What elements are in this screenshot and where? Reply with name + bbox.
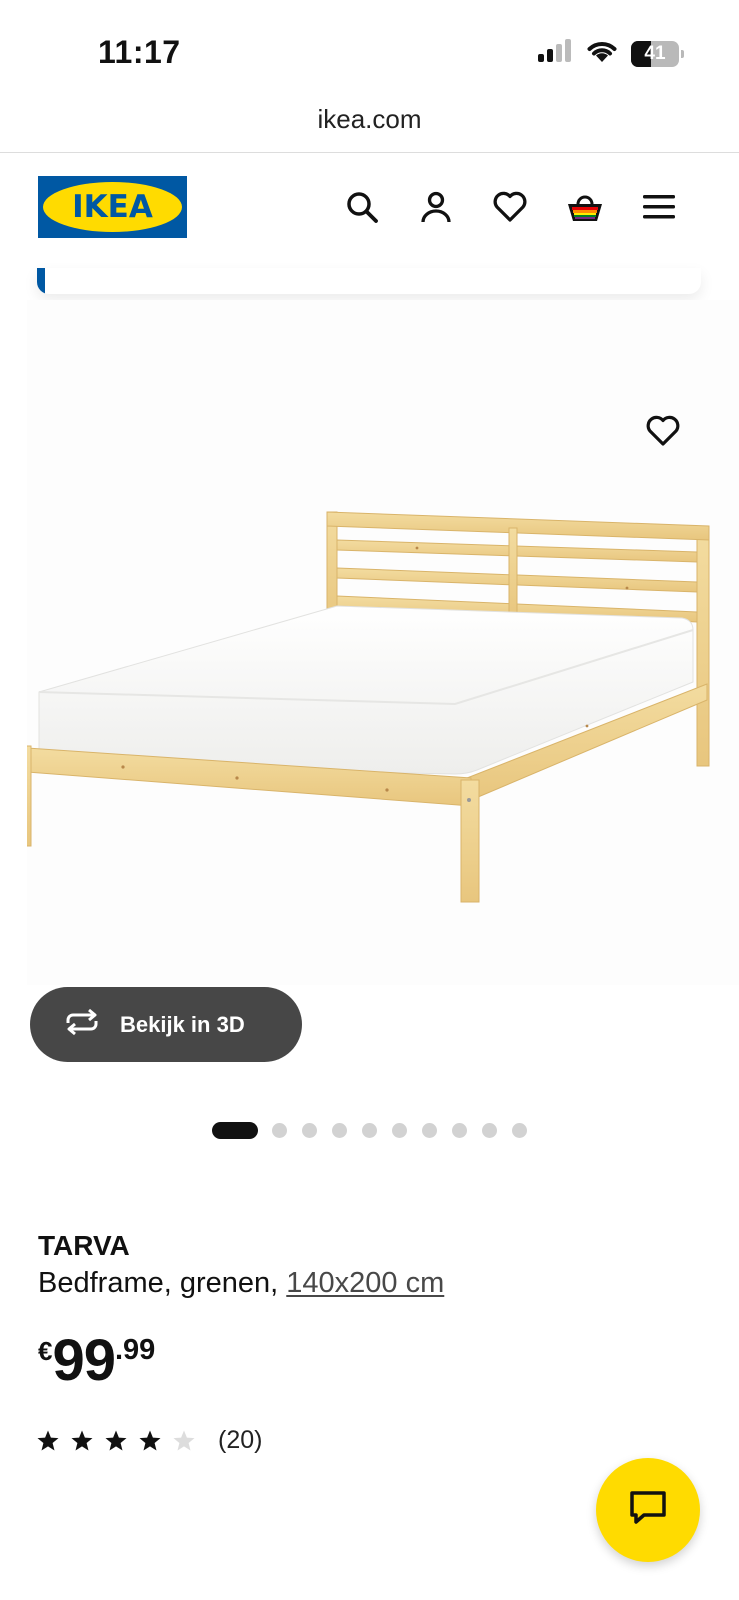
carousel-dot[interactable] (482, 1123, 497, 1138)
cellular-signal-icon (537, 39, 573, 68)
view-in-3d-button[interactable]: Bekijk in 3D (30, 987, 302, 1062)
status-bar: 11:17 41 (0, 0, 739, 100)
rating-stars (36, 1427, 206, 1455)
url-bar[interactable]: ikea.com (0, 104, 739, 135)
carousel-pagination (0, 1121, 739, 1141)
ikea-logo[interactable]: IKEA (38, 176, 187, 238)
product-rating[interactable]: (20) (36, 1426, 262, 1455)
product-size-link[interactable]: 140x200 cm (286, 1267, 444, 1299)
carousel-dot[interactable] (422, 1123, 437, 1138)
star-filled-icon (36, 1427, 70, 1455)
menu-icon[interactable] (636, 184, 682, 230)
site-header: IKEA (0, 153, 739, 268)
product-description: Bedframe, grenen, 140x200 cm (38, 1267, 444, 1300)
wifi-icon (585, 38, 619, 69)
star-filled-icon (138, 1427, 172, 1455)
carousel-dot-active[interactable] (212, 1122, 258, 1139)
status-time: 11:17 (98, 34, 181, 70)
bed-frame-image (14, 511, 710, 903)
favorite-heart-icon[interactable] (640, 408, 686, 454)
star-empty-icon (172, 1427, 206, 1455)
basket-icon[interactable] (562, 184, 608, 230)
view-in-3d-label: Bekijk in 3D (120, 1011, 245, 1037)
account-icon[interactable] (413, 184, 459, 230)
product-price: € 99 . 99 (38, 1330, 155, 1392)
star-filled-icon (104, 1427, 138, 1455)
battery-level: 41 (644, 42, 666, 64)
search-icon[interactable] (339, 184, 385, 230)
heart-icon[interactable] (487, 184, 533, 230)
ikea-logo-text: IKEA (72, 189, 153, 225)
chat-icon (628, 1489, 668, 1532)
product-name: TARVA (38, 1230, 130, 1261)
battery-indicator: 41 (631, 40, 684, 67)
carousel-dot[interactable] (362, 1123, 377, 1138)
ikea-logo-oval: IKEA (43, 182, 182, 232)
product-type: Bedframe, grenen, (38, 1267, 287, 1299)
carousel-dot[interactable] (512, 1123, 527, 1138)
status-icons: 41 (537, 38, 684, 69)
promo-accent (37, 268, 45, 294)
review-count: (20) (218, 1426, 263, 1454)
carousel-dot[interactable] (392, 1123, 407, 1138)
price-decimal: 99 (123, 1334, 156, 1366)
rotate-3d-icon (62, 1008, 102, 1041)
battery-tip (681, 49, 684, 58)
price-currency: € (38, 1336, 53, 1366)
price-separator: . (114, 1334, 124, 1366)
carousel-dot[interactable] (452, 1123, 467, 1138)
promo-banner[interactable] (37, 268, 701, 294)
product-image[interactable] (14, 300, 739, 985)
chat-button[interactable] (596, 1458, 700, 1562)
star-filled-icon (70, 1427, 104, 1455)
carousel-dot[interactable] (302, 1123, 317, 1138)
carousel-dot[interactable] (332, 1123, 347, 1138)
price-integer: 99 (52, 1328, 116, 1393)
carousel-dot[interactable] (272, 1123, 287, 1138)
